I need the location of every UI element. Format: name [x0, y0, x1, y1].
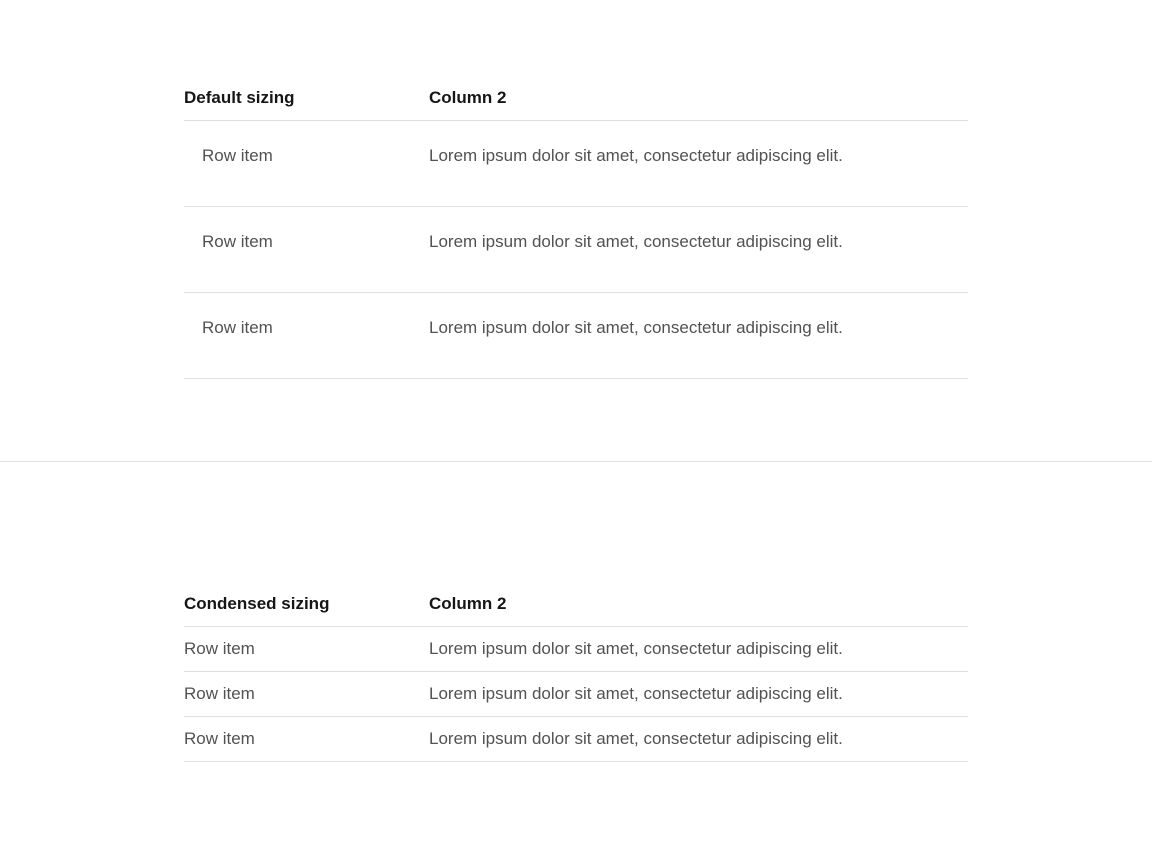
column-header-1: Default sizing: [184, 88, 429, 121]
condensed-sizing-table: Condensed sizing Column 2 Row item Lorem…: [184, 594, 968, 762]
column-header-2: Column 2: [429, 88, 968, 121]
table-row: Row item Lorem ipsum dolor sit amet, con…: [184, 121, 968, 207]
cell-col2: Lorem ipsum dolor sit amet, consectetur …: [429, 672, 968, 717]
table-row: Row item Lorem ipsum dolor sit amet, con…: [184, 207, 968, 293]
cell-col2: Lorem ipsum dolor sit amet, consectetur …: [429, 207, 968, 293]
cell-col2: Lorem ipsum dolor sit amet, consectetur …: [429, 627, 968, 672]
table-header-row: Condensed sizing Column 2: [184, 594, 968, 627]
table-row: Row item Lorem ipsum dolor sit amet, con…: [184, 627, 968, 672]
table-row: Row item Lorem ipsum dolor sit amet, con…: [184, 293, 968, 379]
cell-col1: Row item: [184, 717, 429, 762]
table-row: Row item Lorem ipsum dolor sit amet, con…: [184, 672, 968, 717]
cell-col1: Row item: [184, 293, 429, 379]
cell-col1: Row item: [184, 121, 429, 207]
cell-col1: Row item: [184, 627, 429, 672]
cell-col2: Lorem ipsum dolor sit amet, consectetur …: [429, 293, 968, 379]
table-header-row: Default sizing Column 2: [184, 88, 968, 121]
cell-col1: Row item: [184, 207, 429, 293]
default-sizing-table: Default sizing Column 2 Row item Lorem i…: [184, 88, 968, 379]
column-header-1: Condensed sizing: [184, 594, 429, 627]
cell-col2: Lorem ipsum dolor sit amet, consectetur …: [429, 121, 968, 207]
cell-col1: Row item: [184, 672, 429, 717]
cell-col2: Lorem ipsum dolor sit amet, consectetur …: [429, 717, 968, 762]
table-row: Row item Lorem ipsum dolor sit amet, con…: [184, 717, 968, 762]
column-header-2: Column 2: [429, 594, 968, 627]
